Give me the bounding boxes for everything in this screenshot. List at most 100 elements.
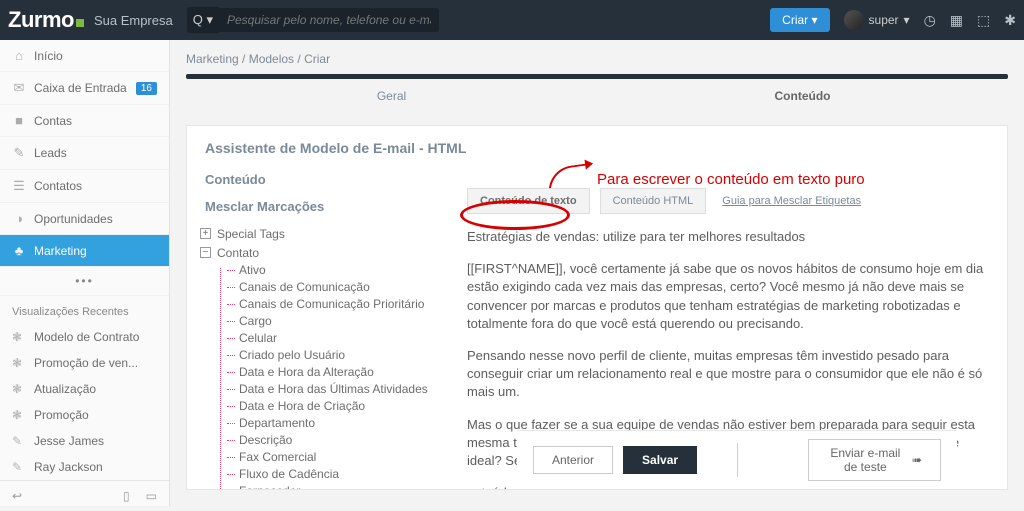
tree-item[interactable]: Cargo — [227, 313, 445, 330]
calendar-icon[interactable]: ▦ — [950, 12, 963, 29]
tree-root-contato[interactable]: Contato — [217, 246, 259, 260]
crumb-current: Criar — [304, 52, 330, 66]
recent-label: Promoção — [34, 408, 89, 422]
nav-contas[interactable]: ■Contas — [0, 105, 169, 137]
recent-label: Promoção de ven... — [34, 356, 138, 370]
clock-icon[interactable]: ◷ — [924, 12, 936, 29]
tree-item[interactable]: Fornecedor — [227, 483, 445, 490]
wizard-panel: Assistente de Modelo de E-mail - HTML Co… — [186, 125, 1008, 490]
tree-item[interactable]: Fluxo de Cadência — [227, 466, 445, 483]
recent-label: Jesse James — [34, 434, 104, 448]
global-search: Q ▾ — [187, 7, 439, 33]
tree-root-special[interactable]: Special Tags — [217, 227, 285, 241]
body-p3: Pensando nesse novo perfil de cliente, m… — [467, 347, 989, 402]
section-merge: Mesclar Marcações — [205, 199, 445, 214]
sidebar: ⌂ Início ✉Caixa de Entrada16■Contas✎Leads☰… — [0, 40, 170, 506]
recent-label: Atualização — [34, 382, 96, 396]
recent-icon: ❃ — [12, 330, 26, 344]
user-name-label: super — [869, 13, 899, 27]
tab-conteudo-html[interactable]: Conteúdo HTML — [600, 188, 707, 214]
desktop-icon[interactable]: ▭ — [146, 489, 157, 503]
body-p1: Estratégias de vendas: utilize para ter … — [467, 228, 989, 246]
folder-icon: ■ — [12, 113, 26, 128]
merge-tags-column: Conteúdo Mesclar Marcações + Special Tag… — [205, 172, 445, 490]
avatar-icon — [844, 10, 864, 30]
send-icon: ➠ — [912, 453, 922, 467]
cube-icon[interactable]: ⬚ — [977, 12, 990, 29]
search-input[interactable] — [219, 8, 439, 32]
nav-contatos[interactable]: ☰Contatos — [0, 170, 169, 203]
nav-label: Oportunidades — [34, 212, 113, 226]
home-icon: ⌂ — [12, 48, 26, 63]
tree-item[interactable]: Canais de Comunicação — [227, 279, 445, 296]
user-menu[interactable]: super ▾ — [844, 10, 910, 30]
sidebar-footer: ↩ ▯ ▭ — [0, 480, 169, 511]
gear-icon[interactable]: ✱ — [1004, 12, 1016, 29]
leads-icon: ✎ — [12, 145, 26, 161]
recent-item[interactable]: ❃ Promoção de ven... — [0, 350, 169, 376]
recent-label: Modelo de Contrato — [34, 330, 139, 344]
tree-item[interactable]: Data e Hora da Alteração — [227, 364, 445, 381]
breadcrumb: Marketing / Modelos / Criar — [170, 40, 1024, 74]
recent-icon: ✎ — [12, 434, 26, 448]
tree-item[interactable]: Data e Hora de Criação — [227, 398, 445, 415]
body-p2: [[FIRST^NAME]], você certamente já sabe … — [467, 260, 989, 333]
nav-label: Início — [34, 49, 63, 63]
tree-item[interactable]: Criado pelo Usuário — [227, 347, 445, 364]
recent-item[interactable]: ❃ Atualização — [0, 376, 169, 402]
nav-more[interactable]: ••• — [0, 267, 169, 296]
tree-item[interactable]: Descrição — [227, 432, 445, 449]
recent-icon: ❃ — [12, 408, 26, 422]
section-conteudo: Conteúdo — [205, 172, 445, 187]
annotation-text: Para escrever o conteúdo em texto puro — [597, 171, 865, 188]
main-content: Marketing / Modelos / Criar Geral Conteú… — [170, 40, 1024, 506]
nav-oportunidades[interactable]: ◑ Oportunidades — [0, 203, 169, 235]
app-header: Zurmo Sua Empresa Q ▾ Criar ▾ super ▾ ◷ … — [0, 0, 1024, 40]
save-button[interactable]: Salvar — [623, 446, 697, 474]
action-bar: Anterior Salvar Enviar e-mail de teste ➠ — [517, 430, 957, 489]
badge: 16 — [136, 82, 157, 95]
merge-guide-link[interactable]: Guia para Mesclar Etiquetas — [722, 195, 861, 207]
crumb-modelos[interactable]: Modelos — [249, 52, 294, 66]
tree-item[interactable]: Celular — [227, 330, 445, 347]
tree-item[interactable]: Canais de Comunicação Prioritário — [227, 296, 445, 313]
recent-item[interactable]: ✎ Ray Jackson — [0, 454, 169, 480]
search-scope-dropdown[interactable]: Q ▾ — [187, 7, 219, 33]
prev-button[interactable]: Anterior — [533, 446, 613, 474]
recent-item[interactable]: ❃ Modelo de Contrato — [0, 324, 169, 350]
nav-label: Contatos — [34, 179, 82, 193]
tab-conteudo-texto[interactable]: Conteúdo de texto — [467, 188, 590, 214]
tree-expander-contato[interactable]: − — [200, 247, 211, 258]
recent-label: Ray Jackson — [34, 460, 103, 474]
recent-item[interactable]: ❃ Promoção — [0, 402, 169, 428]
logout-icon[interactable]: ↩ — [12, 489, 22, 503]
recent-icon: ✎ — [12, 460, 26, 474]
separator — [737, 443, 738, 477]
step-conteudo[interactable]: Conteúdo — [597, 79, 1008, 111]
recent-item[interactable]: ✎ Jesse James — [0, 428, 169, 454]
recent-icon: ❃ — [12, 382, 26, 396]
create-button[interactable]: Criar ▾ — [770, 8, 829, 32]
nav-início[interactable]: ⌂ Início — [0, 40, 169, 72]
company-name: Sua Empresa — [94, 13, 173, 28]
logo: Zurmo — [8, 7, 84, 33]
opportunities-icon: ◑ — [12, 211, 26, 226]
tree-item[interactable]: Fax Comercial — [227, 449, 445, 466]
tree-item[interactable]: Ativo — [227, 262, 445, 279]
mail-icon: ✉ — [12, 80, 26, 96]
step-geral[interactable]: Geral — [186, 79, 597, 111]
send-test-email-button[interactable]: Enviar e-mail de teste ➠ — [808, 439, 941, 481]
tree-expander-special[interactable]: + — [200, 228, 211, 239]
panel-title: Assistente de Modelo de E-mail - HTML — [205, 140, 989, 156]
mobile-icon[interactable]: ▯ — [123, 489, 130, 503]
recent-header: Visualizações Recentes — [0, 296, 169, 324]
nav-marketing[interactable]: ♣ Marketing — [0, 235, 169, 267]
nav-caixa-de-entrada[interactable]: ✉Caixa de Entrada16 — [0, 72, 169, 105]
marketing-icon: ♣ — [12, 243, 26, 258]
nav-leads[interactable]: ✎Leads — [0, 137, 169, 170]
tree-item[interactable]: Data e Hora das Últimas Atividades — [227, 381, 445, 398]
crumb-marketing[interactable]: Marketing — [186, 52, 239, 66]
tree-item[interactable]: Departamento — [227, 415, 445, 432]
nav-label: Marketing — [34, 244, 87, 258]
recent-icon: ❃ — [12, 356, 26, 370]
